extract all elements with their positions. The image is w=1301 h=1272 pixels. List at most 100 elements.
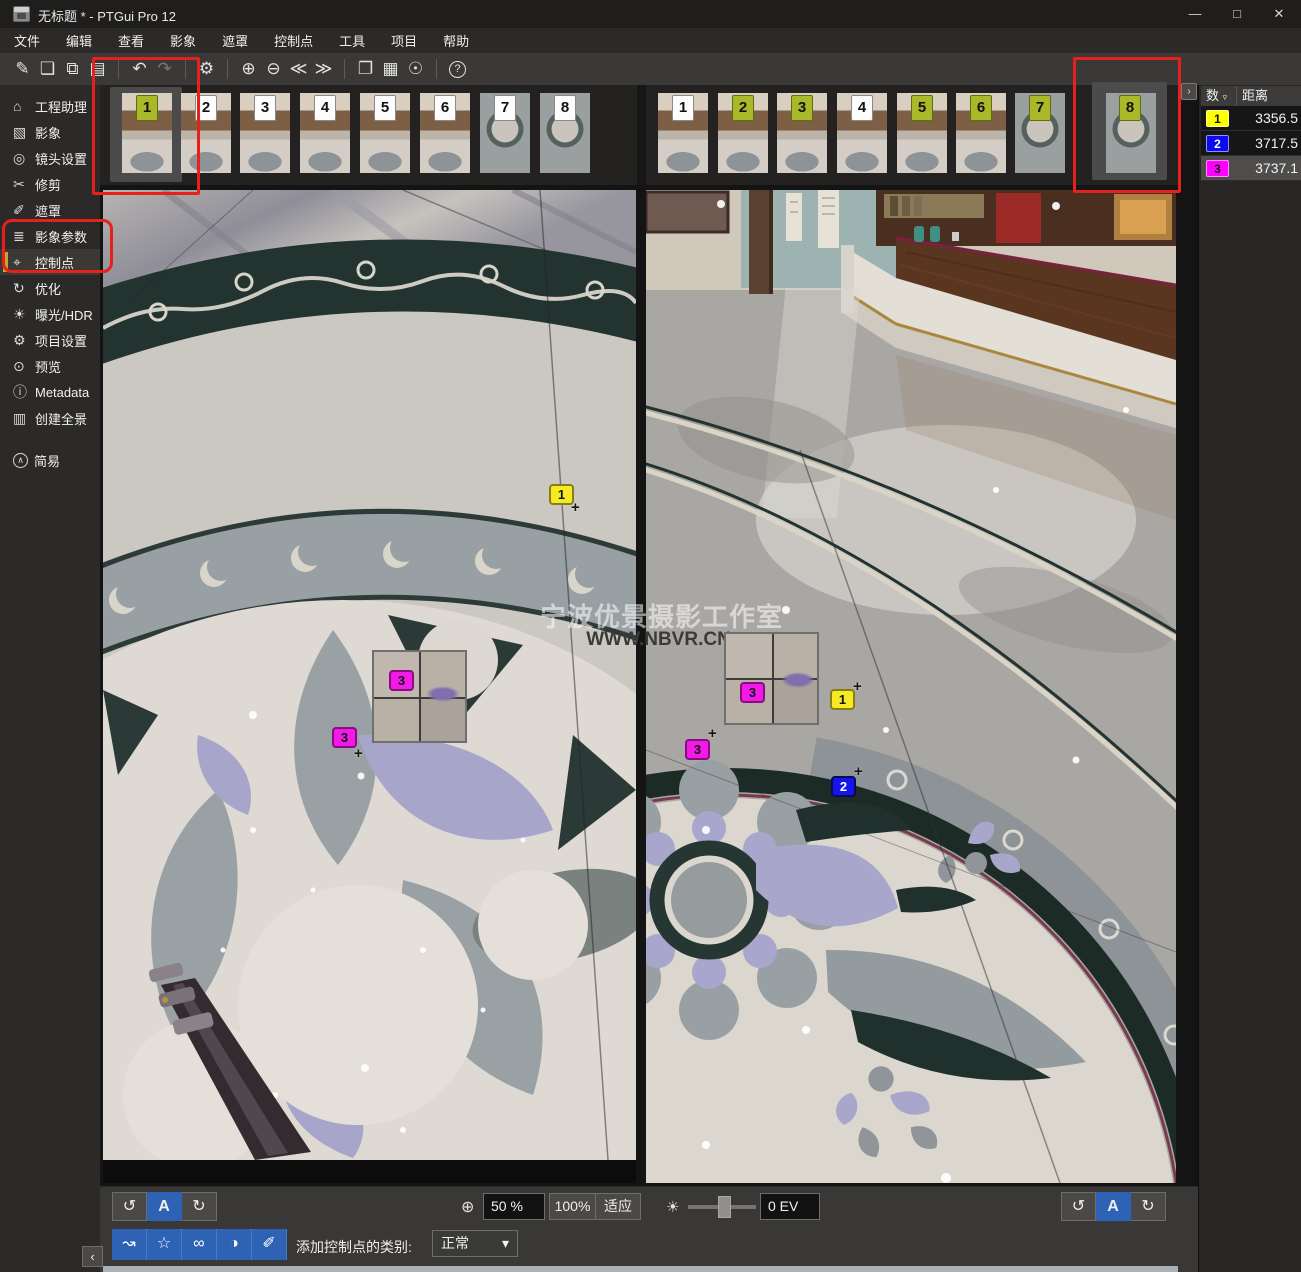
duplicate-icon[interactable]: ⧉ — [60, 54, 85, 84]
maximize-button[interactable]: □ — [1215, 0, 1259, 28]
sidebar-item-lens-settings[interactable]: ◎镜头设置 — [0, 145, 100, 171]
control-point-cross: + — [708, 725, 717, 742]
auto-button[interactable]: A — [147, 1192, 182, 1221]
close-button[interactable]: ✕ — [1257, 0, 1301, 28]
annotation-box-thumbnail-8 — [1073, 57, 1181, 193]
new-project-icon[interactable]: ✎ — [10, 54, 35, 84]
info-icon: ⓘ — [13, 382, 35, 402]
left-view-rotate-group: ↺ A ↻ — [112, 1192, 217, 1221]
menu-view[interactable]: 查看 — [118, 31, 144, 50]
menu-file[interactable]: 文件 — [14, 31, 40, 50]
control-point-label-3[interactable]: 3 — [685, 739, 710, 760]
magnifier-box — [724, 632, 819, 725]
table-row[interactable]: 2 3717.5 — [1201, 131, 1301, 156]
toolbar-separator — [436, 59, 437, 79]
sidebar-item-simple-mode[interactable]: ∧简易 — [0, 447, 100, 473]
control-point-label-2[interactable]: 2 — [831, 776, 856, 797]
thumbnail-number[interactable]: 8 — [554, 95, 576, 121]
eye-icon: ⊙ — [13, 358, 35, 375]
column-header-count[interactable]: 数 ▿ — [1201, 86, 1237, 106]
thumbnail-number[interactable]: 6 — [970, 95, 992, 121]
watermark-url: WWW.NBVR.CN — [586, 629, 731, 651]
column-header-distance[interactable]: 距离 — [1237, 86, 1301, 106]
collapse-panel-button[interactable]: ‹ — [82, 1246, 103, 1267]
table-row[interactable]: 3 3737.1 — [1201, 156, 1301, 181]
control-point-label-1[interactable]: 1 — [830, 689, 855, 710]
zoom-in-icon[interactable]: ⊕ — [236, 54, 261, 84]
table-row[interactable]: 1 3356.5 — [1201, 106, 1301, 131]
thumbnail-number[interactable]: 7 — [494, 95, 516, 121]
point-badge: 1 — [1206, 110, 1229, 127]
thumbnail-number[interactable]: 4 — [314, 95, 336, 121]
menu-project[interactable]: 项目 — [391, 31, 417, 50]
zoom-fit-button[interactable]: 适应 — [595, 1193, 641, 1220]
link-icon[interactable]: ∞ — [182, 1229, 217, 1260]
menu-edit[interactable]: 编辑 — [66, 31, 92, 50]
grid-icon[interactable]: ▦ — [378, 54, 403, 84]
menu-tools[interactable]: 工具 — [339, 31, 365, 50]
cp-category-dropdown[interactable]: 正常 ▾ — [432, 1230, 518, 1257]
magnifier-box — [372, 650, 467, 743]
zoom-value-input[interactable]: 50 % — [483, 1193, 545, 1220]
control-point-label-3[interactable]: 3 — [740, 682, 765, 703]
thumbnail-number[interactable]: 5 — [911, 95, 933, 121]
menu-images[interactable]: 影象 — [170, 31, 196, 50]
strip-next-button[interactable]: › — [1181, 83, 1197, 100]
open-project-icon[interactable]: ❏ — [35, 54, 60, 84]
rotate-cw-button[interactable]: ↻ — [1131, 1192, 1166, 1221]
strip-divider — [637, 85, 646, 185]
menu-bar: 文件 编辑 查看 影象 遮罩 控制点 工具 项目 帮助 — [0, 28, 1301, 53]
thumbnail-number[interactable]: 7 — [1029, 95, 1051, 121]
zoom-100-button[interactable]: 100% — [549, 1193, 596, 1220]
exposure-slider-handle[interactable] — [718, 1196, 731, 1218]
sidebar-item-create-panorama[interactable]: ▥创建全景 — [0, 405, 100, 431]
rotate-ccw-button[interactable]: ↺ — [112, 1192, 147, 1221]
zoom-out-icon[interactable]: ⊖ — [261, 54, 286, 84]
star-icon[interactable]: ☆ — [147, 1229, 182, 1260]
auto-button[interactable]: A — [1096, 1192, 1131, 1221]
previous-pair-icon[interactable]: ≪ — [286, 54, 311, 84]
panels-icon[interactable]: ❐ — [353, 54, 378, 84]
point-badge: 3 — [1206, 160, 1229, 177]
bottom-status-strip — [103, 1266, 1178, 1272]
contrast-icon[interactable]: ◑ — [217, 1229, 252, 1260]
sidebar-item-exposure-hdr[interactable]: ☀曝光/HDR — [0, 301, 100, 327]
menu-help[interactable]: 帮助 — [443, 31, 469, 50]
sidebar-item-project-settings[interactable]: ⚙项目设置 — [0, 327, 100, 353]
sidebar-item-metadata[interactable]: ⓘMetadata — [0, 379, 100, 405]
distance-value: 3737.1 — [1237, 156, 1301, 181]
left-image-view[interactable]: 1 + 3 3 + — [103, 190, 636, 1183]
lamp-icon[interactable]: ☉ — [403, 54, 428, 84]
next-pair-icon[interactable]: ≫ — [311, 54, 336, 84]
control-point-cross: + — [853, 678, 862, 695]
control-point-label-3[interactable]: 3 — [389, 670, 414, 691]
thumbnail-number[interactable]: 5 — [374, 95, 396, 121]
right-image-view[interactable]: 3 1 + 3 + 2 + — [646, 190, 1176, 1183]
thumbnail-number[interactable]: 6 — [434, 95, 456, 121]
jump-to-point-icon[interactable]: ↝ — [112, 1229, 147, 1260]
toolbar-separator — [227, 59, 228, 79]
menu-mask[interactable]: 遮罩 — [222, 31, 248, 50]
title-bar: 无标题 * - PTGui Pro 12 — □ ✕ — [0, 0, 1301, 28]
thumbnail-number[interactable]: 4 — [851, 95, 873, 121]
sidebar-item-preview[interactable]: ⊙预览 — [0, 353, 100, 379]
thumbnail-number[interactable]: 3 — [254, 95, 276, 121]
sidebar-item-crop[interactable]: ✂修剪 — [0, 171, 100, 197]
rotate-ccw-button[interactable]: ↺ — [1061, 1192, 1096, 1221]
sidebar-item-optimizer[interactable]: ↻优化 — [0, 275, 100, 301]
minimize-button[interactable]: — — [1173, 0, 1217, 28]
help-icon[interactable]: ? — [449, 61, 466, 78]
sidebar-item-images[interactable]: ▧影象 — [0, 119, 100, 145]
sun-icon: ☀ — [13, 306, 35, 323]
distance-value: 3717.5 — [1237, 131, 1301, 156]
rotate-cw-button[interactable]: ↻ — [182, 1192, 217, 1221]
sidebar-item-project-assistant[interactable]: ⌂工程助理 — [0, 93, 100, 119]
refresh-icon: ↻ — [13, 280, 35, 297]
thumbnail-number[interactable]: 1 — [672, 95, 694, 121]
ev-value-input[interactable]: 0 EV — [760, 1193, 820, 1220]
thumbnail-number[interactable]: 2 — [732, 95, 754, 121]
brightness-sun-icon: ☀ — [666, 1198, 679, 1216]
menu-control-points[interactable]: 控制点 — [274, 31, 313, 50]
thumbnail-number[interactable]: 3 — [791, 95, 813, 121]
brush-icon[interactable]: ✐ — [252, 1229, 287, 1260]
